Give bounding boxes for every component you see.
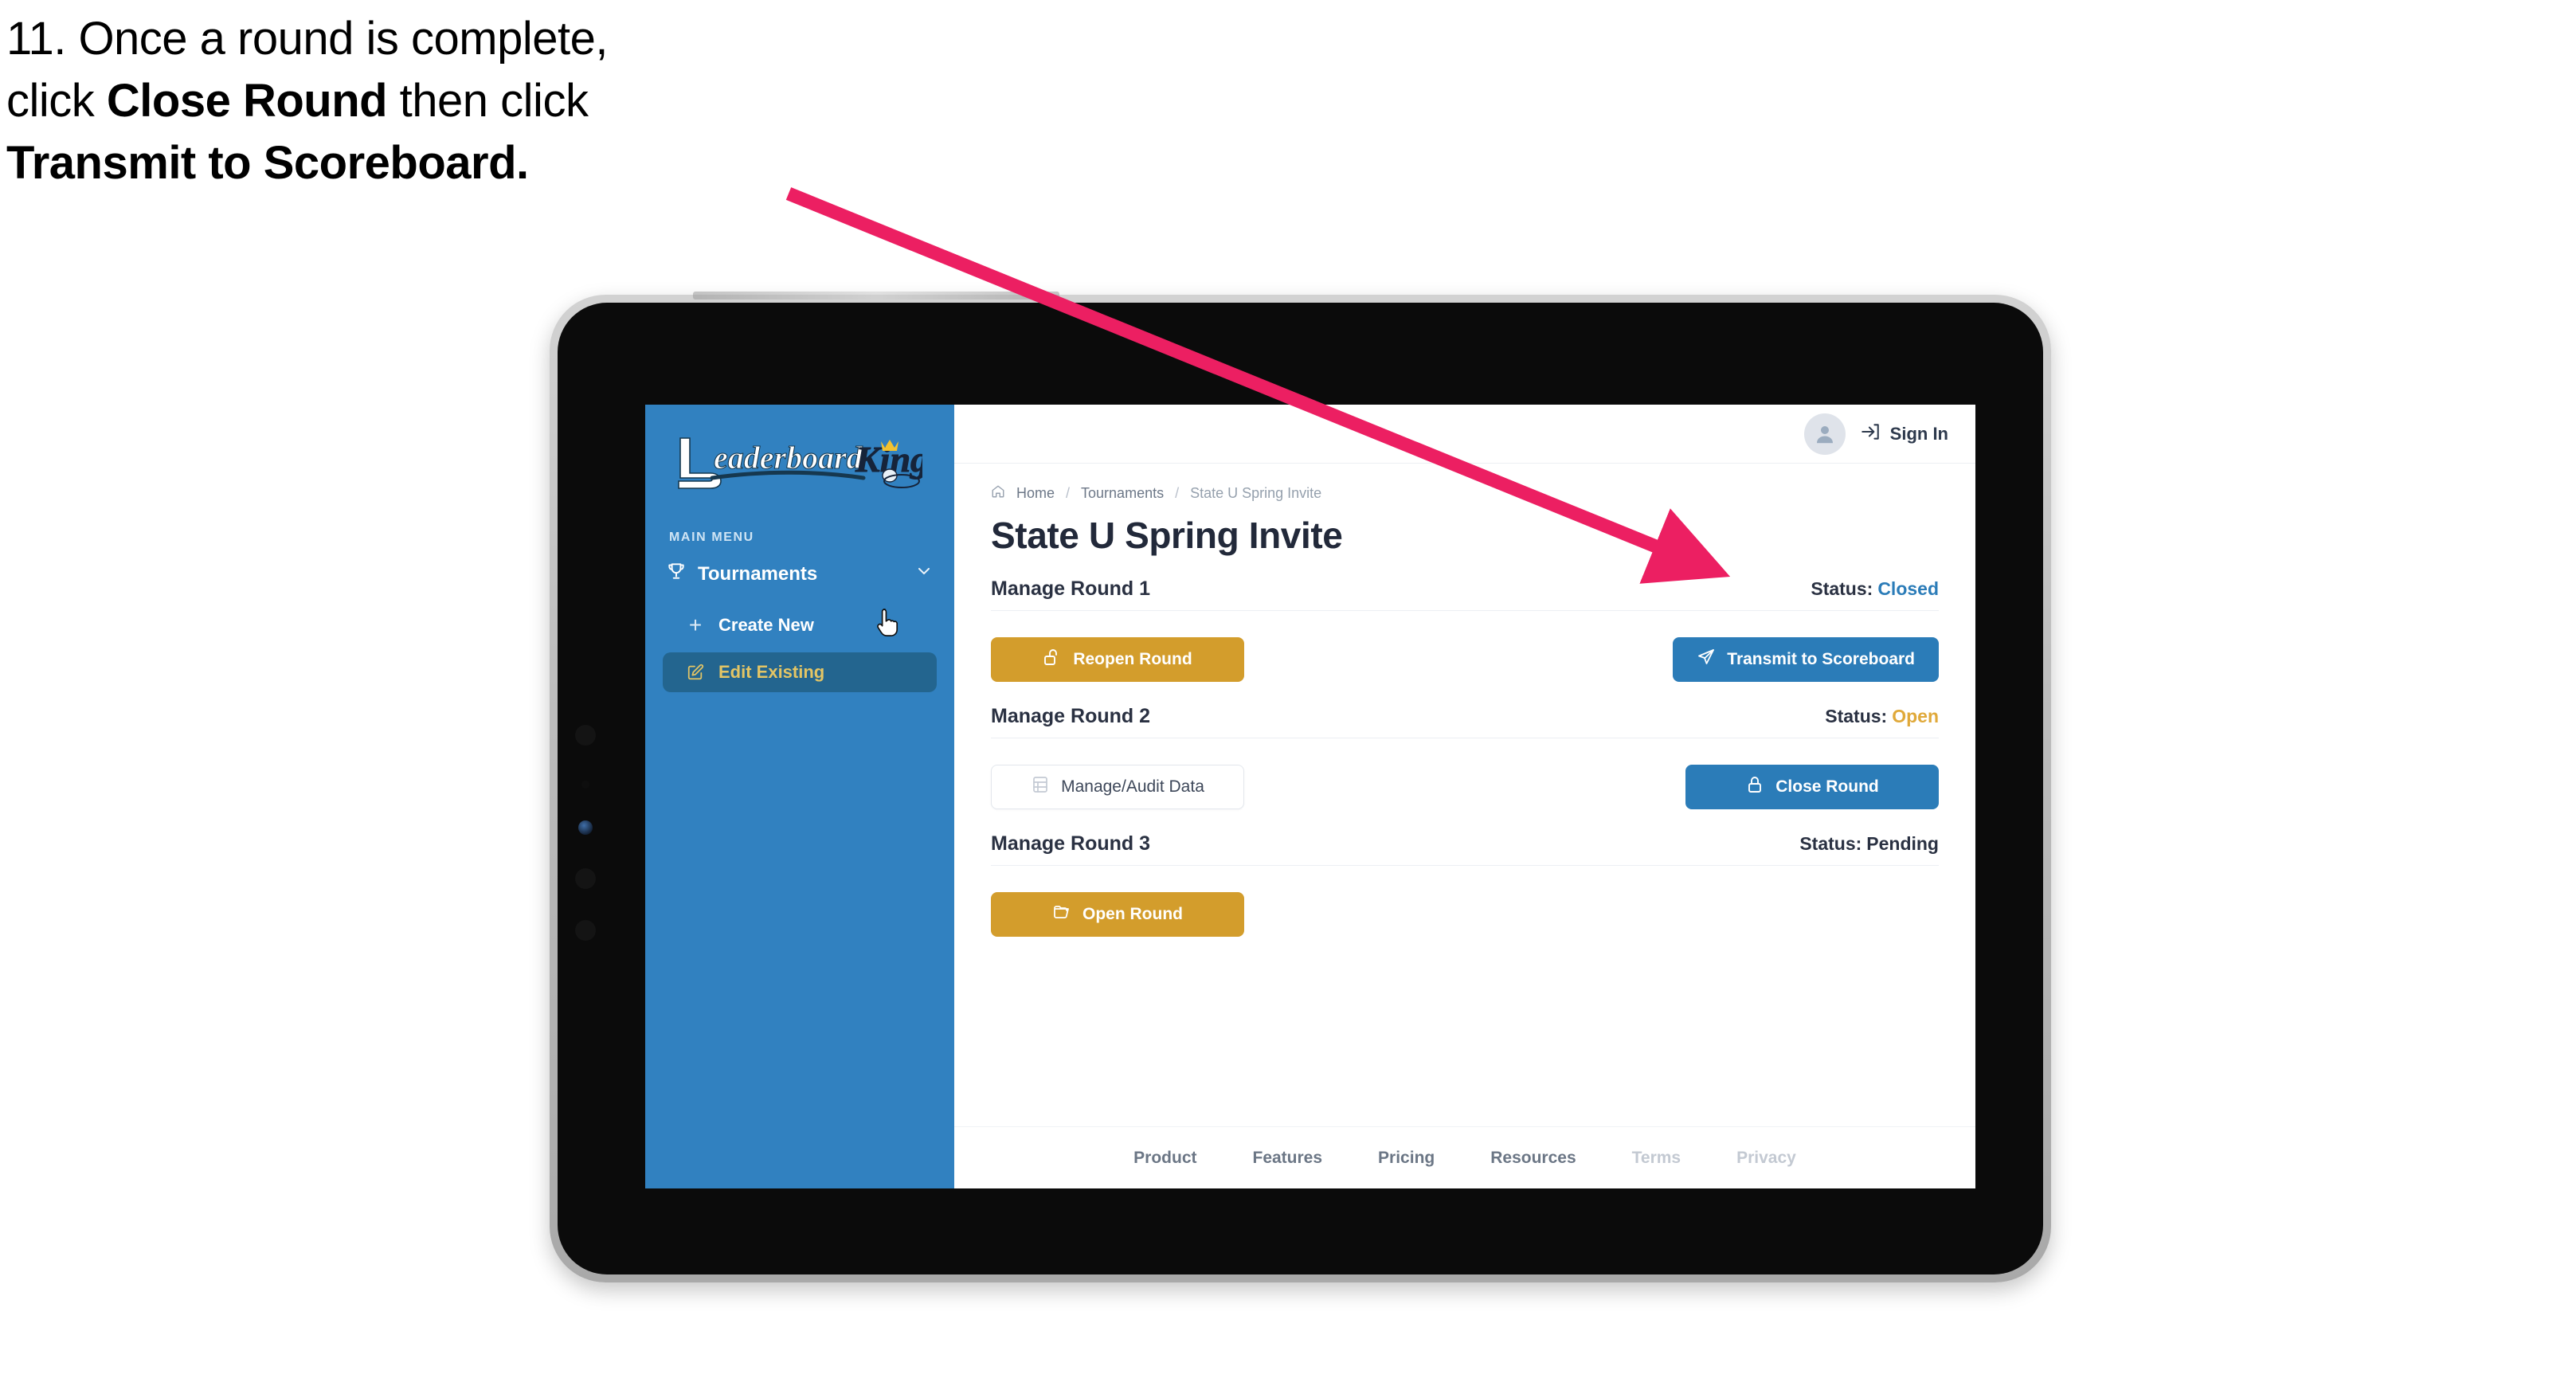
round-header: Manage Round 3 Status: Pending xyxy=(991,832,1939,866)
round-header: Manage Round 2 Status: Open xyxy=(991,705,1939,738)
round-title: Manage Round 1 xyxy=(991,578,1151,600)
sensor-dot-3-icon xyxy=(575,868,596,889)
sidebar-item-edit-existing[interactable]: Edit Existing xyxy=(663,652,937,692)
caption-line-2-pre: click xyxy=(6,75,107,127)
lock-icon xyxy=(1745,775,1764,799)
button-label: Transmit to Scoreboard xyxy=(1727,650,1915,668)
button-label: Reopen Round xyxy=(1073,650,1192,668)
breadcrumb-item-tournaments[interactable]: Tournaments xyxy=(1081,485,1164,502)
sidebar-group-tournaments[interactable]: Tournaments xyxy=(645,550,954,598)
leaderboard-king-logo-icon: eaderboard King xyxy=(678,437,922,489)
folder-open-icon xyxy=(1052,902,1071,926)
tablet-top-antenna xyxy=(693,292,1059,300)
caption-line-2: click Close Round then click xyxy=(6,78,867,124)
tablet-screen: eaderboard King MAIN MENU Tournaments + … xyxy=(645,405,1975,1188)
caption-line-3: Transmit to Scoreboard. xyxy=(6,140,867,186)
status-label: Status: xyxy=(1811,578,1873,599)
sidebar: eaderboard King MAIN MENU Tournaments + … xyxy=(645,405,954,1188)
transmit-to-scoreboard-button[interactable]: Transmit to Scoreboard xyxy=(1673,637,1939,682)
status-label: Status: xyxy=(1799,833,1862,854)
caption-line-2-bold: Close Round xyxy=(106,75,388,127)
breadcrumb: Home / Tournaments / State U Spring Invi… xyxy=(991,484,1939,503)
table-grid-icon xyxy=(1031,775,1050,799)
status-badge: Status: Open xyxy=(1825,706,1939,727)
button-label: Open Round xyxy=(1082,905,1183,923)
round-title: Manage Round 2 xyxy=(991,705,1151,727)
status-value: Open xyxy=(1892,706,1939,726)
tablet-device: eaderboard King MAIN MENU Tournaments + … xyxy=(550,292,2051,1282)
status-badge: Status: Pending xyxy=(1799,833,1939,855)
footer-link-product[interactable]: Product xyxy=(1133,1149,1196,1168)
footer-link-terms[interactable]: Terms xyxy=(1632,1149,1681,1168)
status-badge: Status: Closed xyxy=(1811,578,1939,600)
footer-link-features[interactable]: Features xyxy=(1253,1149,1323,1168)
sensor-dot-2-icon xyxy=(581,781,589,789)
edit-square-icon xyxy=(685,664,706,681)
screenshot-stage: 11. Once a round is complete, click Clos… xyxy=(0,0,2576,1386)
chevron-down-icon[interactable] xyxy=(914,562,934,586)
status-label: Status: xyxy=(1825,706,1888,726)
breadcrumb-item-current: State U Spring Invite xyxy=(1190,485,1322,501)
user-avatar-icon[interactable] xyxy=(1803,413,1846,455)
round-section-2: Manage Round 2 Status: Open Manage/Audit… xyxy=(991,705,1939,821)
sensor-dot-1-icon xyxy=(575,725,596,746)
round-actions: Manage/Audit Data Close Round xyxy=(991,738,1939,821)
unlock-icon xyxy=(1043,648,1062,671)
sign-in-icon xyxy=(1860,421,1881,447)
main-content: Sign In Home / Tournaments / State U Spr… xyxy=(954,405,1975,1188)
page-body: Home / Tournaments / State U Spring Invi… xyxy=(954,464,1975,1126)
home-icon[interactable] xyxy=(991,484,1005,503)
footer-link-privacy[interactable]: Privacy xyxy=(1736,1149,1796,1168)
sidebar-section-label: MAIN MENU xyxy=(669,531,754,544)
trophy-icon xyxy=(666,561,687,587)
sensor-dot-4-icon xyxy=(575,920,596,941)
round-section-1: Manage Round 1 Status: Closed Reopen Rou… xyxy=(991,578,1939,694)
sign-in-label: Sign In xyxy=(1889,423,1948,444)
pointing-hand-cursor xyxy=(877,609,898,636)
footer-link-resources[interactable]: Resources xyxy=(1490,1149,1576,1168)
status-value: Pending xyxy=(1866,833,1939,854)
caption-line-2-post: then click xyxy=(387,75,589,127)
round-section-3: Manage Round 3 Status: Pending Open Roun… xyxy=(991,832,1939,949)
sidebar-item-label: Edit Existing xyxy=(718,662,825,682)
button-label: Manage/Audit Data xyxy=(1061,777,1204,796)
breadcrumb-separator: / xyxy=(1066,485,1071,501)
app-logo[interactable]: eaderboard King xyxy=(645,413,954,500)
camera-lens-icon xyxy=(578,820,593,835)
open-round-button[interactable]: Open Round xyxy=(991,892,1244,937)
tablet-bezel: eaderboard King MAIN MENU Tournaments + … xyxy=(558,303,2043,1274)
button-label: Close Round xyxy=(1775,777,1879,796)
round-header: Manage Round 1 Status: Closed xyxy=(991,578,1939,611)
sidebar-group-label: Tournaments xyxy=(698,562,818,585)
close-round-button[interactable]: Close Round xyxy=(1685,765,1939,809)
footer-link-pricing[interactable]: Pricing xyxy=(1378,1149,1435,1168)
caption-line-3-bold: Transmit to Scoreboard. xyxy=(6,137,529,189)
caption-line-1: 11. Once a round is complete, xyxy=(6,13,608,65)
plus-icon: + xyxy=(688,613,703,637)
breadcrumb-item-home[interactable]: Home xyxy=(1016,485,1055,502)
top-bar: Sign In xyxy=(954,405,1975,464)
round-title: Manage Round 3 xyxy=(991,832,1151,855)
breadcrumb-separator: / xyxy=(1175,485,1180,501)
sidebar-item-label: Create New xyxy=(718,615,814,635)
round-actions: Open Round xyxy=(991,866,1939,949)
reopen-round-button[interactable]: Reopen Round xyxy=(991,637,1244,682)
sign-in-button[interactable]: Sign In xyxy=(1860,421,1948,447)
manage-audit-data-button[interactable]: Manage/Audit Data xyxy=(991,765,1244,809)
svg-text:eaderboard: eaderboard xyxy=(714,440,863,476)
paper-plane-icon xyxy=(1697,648,1716,671)
status-value: Closed xyxy=(1877,578,1939,599)
footer: Product Features Pricing Resources Terms… xyxy=(954,1126,1975,1188)
page-title: State U Spring Invite xyxy=(991,515,1343,556)
instruction-caption: 11. Once a round is complete, click Clos… xyxy=(6,16,867,202)
round-actions: Reopen Round Transmit to Scoreboard xyxy=(991,611,1939,694)
